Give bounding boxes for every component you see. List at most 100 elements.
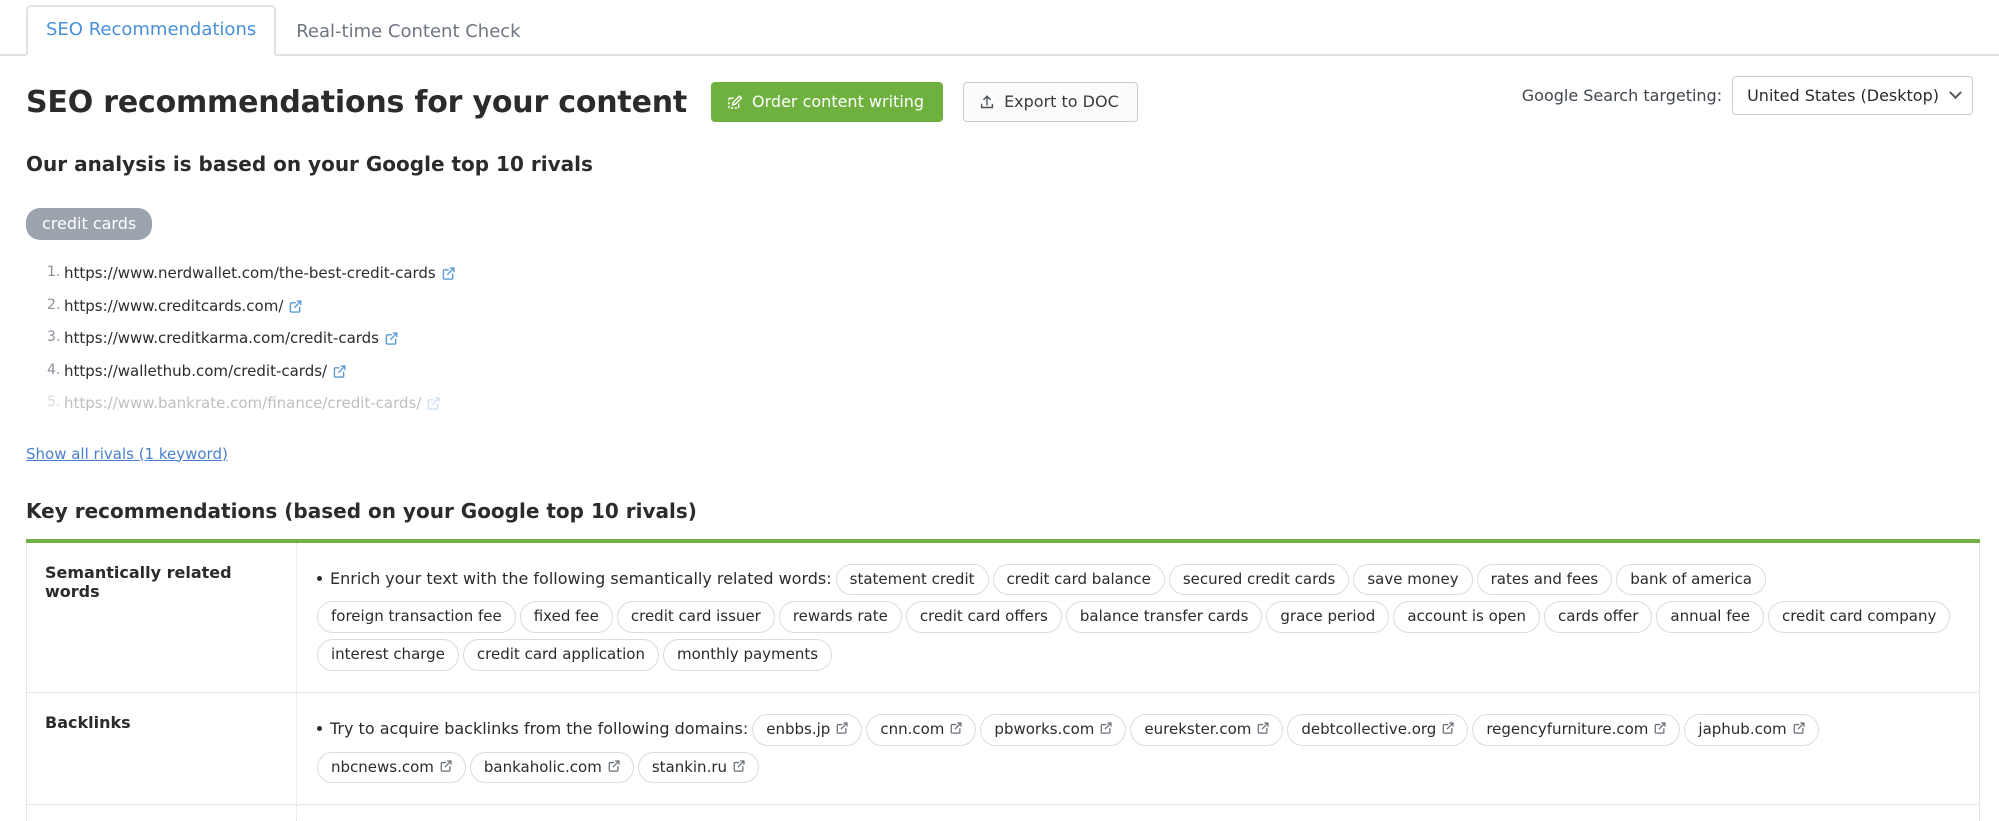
- external-link-icon[interactable]: [427, 396, 441, 414]
- tab-real-time-content-check[interactable]: Real-time Content Check: [276, 7, 540, 56]
- google-search-targeting: Google Search targeting: United States (…: [1522, 76, 1973, 115]
- external-link-icon: [608, 758, 620, 777]
- chip-label: balance transfer cards: [1079, 607, 1249, 626]
- chip-label: credit card application: [476, 645, 645, 663]
- row-label-readability: Readability: [26, 804, 297, 821]
- chip-label: account is open: [1407, 607, 1527, 626]
- row-body-backlinks: Try to acquire backlinks from the follow…: [297, 692, 1980, 805]
- chip-label: cards offer: [1558, 607, 1639, 626]
- row-label-backlinks: Backlinks: [26, 692, 297, 805]
- chip-label: nbcnews.com: [331, 757, 434, 776]
- keyword-pill[interactable]: credit cards: [26, 208, 153, 240]
- semantic-word-chip: bank of america: [1616, 563, 1766, 596]
- export-to-doc-label: Export to DOC: [1004, 92, 1119, 111]
- backlink-domain-chip[interactable]: nbcnews.com: [317, 751, 466, 784]
- rivals-list: https://www.nerdwallet.com/the-best-cred…: [26, 258, 1973, 421]
- semantic-word-chip: cards offer: [1544, 601, 1653, 633]
- external-link-icon: [1442, 720, 1454, 739]
- backlink-domain-chip[interactable]: regencyfurniture.com: [1472, 713, 1681, 746]
- chip-label: enbbs.jp: [766, 719, 831, 738]
- backlink-domain-chip[interactable]: bankaholic.com: [469, 751, 634, 784]
- order-content-writing-label: Order content writing: [752, 92, 925, 111]
- chip-label: rewards rate: [792, 607, 888, 626]
- rival-list-item[interactable]: https://www.bankrate.com/finance/credit-…: [26, 388, 1973, 421]
- tab-seo-recommendations[interactable]: SEO Recommendations: [26, 5, 277, 56]
- chip-label: interest charge: [331, 645, 445, 663]
- rival-list-item[interactable]: https://www.nerdwallet.com/the-best-cred…: [26, 258, 1973, 291]
- page-content: SEO recommendations for your content Ord…: [0, 76, 1999, 821]
- external-link-icon[interactable]: [385, 331, 398, 349]
- backlink-domain-chip[interactable]: enbbs.jp: [752, 713, 863, 746]
- semantic-word-chip: annual fee: [1656, 601, 1764, 633]
- semantic-lead: Enrich your text with the following sema…: [330, 568, 832, 588]
- targeting-selected-value: United States (Desktop): [1747, 86, 1939, 105]
- backlink-domain-chip[interactable]: cnn.com: [866, 713, 977, 746]
- chip-label: foreign transaction fee: [331, 607, 502, 626]
- analysis-subtitle: Our analysis is based on your Google top…: [26, 152, 593, 176]
- tab-label: Real-time Content Check: [296, 21, 521, 43]
- rival-url: https://www.nerdwallet.com/the-best-cred…: [64, 264, 436, 282]
- backlink-domain-chip[interactable]: japhub.com: [1684, 713, 1819, 746]
- backlinks-bullet: Try to acquire backlinks from the follow…: [317, 711, 1965, 787]
- chip-label: stankin.ru: [651, 757, 728, 776]
- semantic-word-chip: monthly payments: [662, 639, 833, 671]
- backlink-domain-chip[interactable]: pbworks.com: [980, 713, 1127, 746]
- keyword-pill-row: credit cards: [26, 176, 1973, 240]
- external-link-icon: [836, 720, 848, 739]
- external-link-icon: [1257, 720, 1270, 739]
- external-link-icon[interactable]: [289, 299, 302, 317]
- semantic-word-chip: rewards rate: [778, 601, 902, 633]
- order-content-writing-button[interactable]: Order content writing: [711, 82, 944, 122]
- semantic-word-chip: statement credit: [835, 563, 989, 596]
- table-row-readability: Readability Average readability score of…: [26, 804, 1980, 821]
- rival-list-item[interactable]: https://www.creditcards.com/: [26, 291, 1973, 324]
- rival-list-item[interactable]: https://wallethub.com/credit-cards/: [26, 356, 1973, 389]
- chip-label: statement credit: [849, 569, 975, 588]
- semantic-word-chip: credit card balance: [992, 563, 1165, 596]
- rival-url: https://www.bankrate.com/finance/credit-…: [64, 394, 422, 412]
- chip-label: annual fee: [1670, 607, 1750, 626]
- semantic-word-chip: balance transfer cards: [1065, 601, 1263, 633]
- semantic-word-chip: account is open: [1393, 601, 1541, 633]
- chip-label: fixed fee: [533, 607, 599, 626]
- key-recommendations-heading: Key recommendations (based on your Googl…: [26, 498, 697, 523]
- semantic-word-chip: foreign transaction fee: [317, 601, 516, 633]
- export-to-doc-button[interactable]: Export to DOC: [963, 82, 1138, 122]
- chip-label: debtcollective.org: [1301, 719, 1437, 738]
- backlink-domain-chip[interactable]: stankin.ru: [637, 751, 760, 784]
- external-link-icon[interactable]: [442, 266, 455, 284]
- external-link-icon[interactable]: [333, 364, 346, 382]
- external-link-icon: [440, 758, 452, 777]
- external-link-icon: [1100, 720, 1113, 739]
- semantic-word-chip: rates and fees: [1476, 563, 1613, 596]
- chip-label: bankaholic.com: [483, 757, 602, 776]
- chip-label: save money: [1367, 569, 1459, 588]
- semantic-bullet: Enrich your text with the following sema…: [317, 561, 1965, 674]
- rival-list-item[interactable]: https://www.creditkarma.com/credit-cards: [26, 323, 1973, 356]
- semantic-word-chip: credit card offers: [905, 601, 1062, 633]
- pencil-square-icon: [727, 94, 743, 110]
- targeting-select[interactable]: United States (Desktop): [1732, 76, 1973, 115]
- semantic-word-chip: credit card company: [1767, 601, 1951, 633]
- semantic-word-chip: credit card application: [462, 639, 659, 671]
- semantic-word-chip: grace period: [1266, 601, 1390, 633]
- chip-label: credit card issuer: [630, 607, 761, 626]
- table-row-semantic: Semantically related words Enrich your t…: [26, 540, 1980, 693]
- external-link-icon: [1654, 720, 1667, 739]
- chip-label: pbworks.com: [994, 719, 1095, 738]
- chip-label: cnn.com: [880, 719, 945, 738]
- row-label-semantic: Semantically related words: [26, 540, 297, 693]
- chip-label: bank of america: [1630, 569, 1752, 588]
- backlink-domain-chip[interactable]: debtcollective.org: [1287, 713, 1469, 746]
- semantic-word-chip: save money: [1353, 563, 1473, 596]
- tab-label: SEO Recommendations: [46, 19, 257, 41]
- show-all-rivals-link[interactable]: Show all rivals (1 keyword): [26, 445, 228, 463]
- recommendations-table: Semantically related words Enrich your t…: [26, 538, 1980, 821]
- row-body-readability: Average readability score of top 10 URLs…: [297, 805, 1980, 821]
- table-row-backlinks: Backlinks Try to acquire backlinks from …: [26, 692, 1980, 805]
- upload-icon: [979, 94, 995, 110]
- backlink-domain-chip[interactable]: eurekster.com: [1130, 713, 1284, 746]
- targeting-label: Google Search targeting:: [1521, 86, 1723, 105]
- rival-url: https://www.creditkarma.com/credit-cards: [64, 329, 379, 347]
- chip-label: grace period: [1280, 607, 1376, 626]
